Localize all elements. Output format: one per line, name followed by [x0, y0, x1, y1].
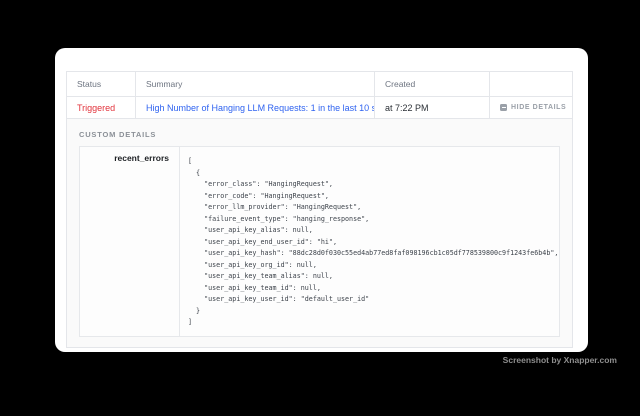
- status-cell: Triggered: [67, 97, 135, 118]
- status-badge: Triggered: [77, 103, 115, 113]
- header-actions: [489, 72, 572, 96]
- actions-cell: HIDE DETAILS: [489, 97, 572, 118]
- custom-details-panel: CUSTOM DETAILS recent_errors [ { "error_…: [67, 119, 572, 347]
- minus-square-icon: [500, 104, 507, 111]
- hide-details-button[interactable]: HIDE DETAILS: [500, 104, 566, 111]
- alerts-table: Status Summary Created Triggered High Nu…: [66, 71, 573, 348]
- alert-summary-link[interactable]: High Number of Hanging LLM Requests: 1 i…: [146, 103, 374, 113]
- header-status: Status: [67, 72, 135, 96]
- custom-details-heading: CUSTOM DETAILS: [79, 130, 560, 139]
- details-value: [ { "error_class": "HangingRequest", "er…: [180, 147, 559, 336]
- summary-cell: High Number of Hanging LLM Requests: 1 i…: [135, 97, 374, 118]
- created-timestamp: at 7:22 PM: [385, 103, 429, 113]
- details-key: recent_errors: [80, 147, 180, 336]
- table-row: Triggered High Number of Hanging LLM Req…: [67, 97, 572, 119]
- details-key-value-box: recent_errors [ { "error_class": "Hangin…: [79, 146, 560, 337]
- xnapper-watermark: Screenshot by Xnapper.com: [503, 355, 617, 365]
- created-cell: at 7:22 PM: [374, 97, 489, 118]
- header-created: Created: [374, 72, 489, 96]
- table-header-row: Status Summary Created: [67, 72, 572, 97]
- recent-errors-json: [ { "error_class": "HangingRequest", "er…: [180, 147, 559, 335]
- header-summary: Summary: [135, 72, 374, 96]
- hide-details-label: HIDE DETAILS: [511, 104, 566, 111]
- alert-card: Status Summary Created Triggered High Nu…: [55, 48, 588, 352]
